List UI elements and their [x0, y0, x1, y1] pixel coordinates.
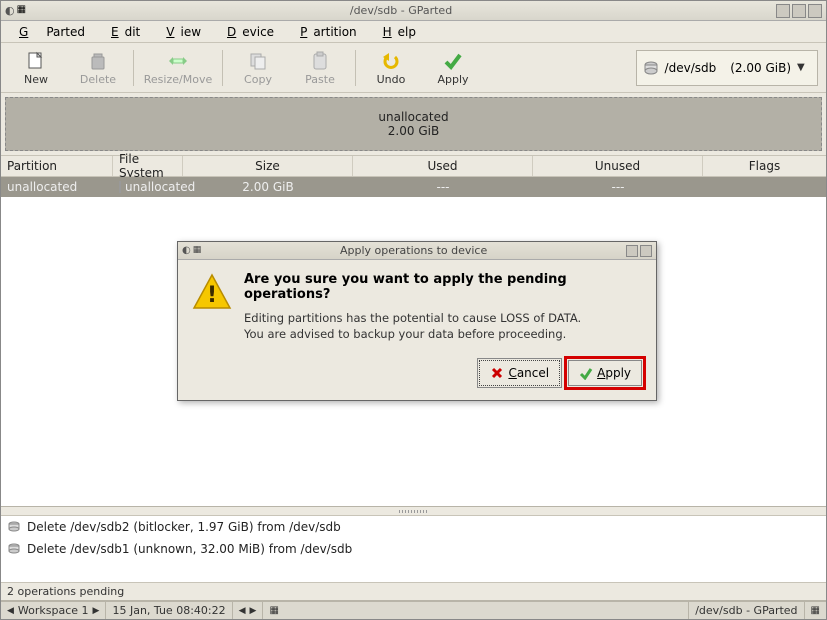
cell-fs: unallocated	[113, 177, 183, 197]
toolbar: New Delete Resize/Move Copy Paste Undo A…	[1, 43, 826, 93]
partition-table-header: Partition File System Size Used Unused F…	[1, 155, 826, 177]
document-new-icon	[25, 50, 47, 72]
list-item[interactable]: Delete /dev/sdb1 (unknown, 32.00 MiB) fr…	[1, 538, 826, 560]
apply-dialog: ◐ ▦ Apply operations to device ! Are you…	[177, 241, 657, 401]
paste-button: Paste	[289, 46, 351, 90]
partition-graphic-size: 2.00 GiB	[388, 124, 439, 138]
menu-partition[interactable]: Partition	[288, 23, 363, 41]
col-header-filesystem[interactable]: File System	[113, 156, 183, 176]
main-area: ◐ ▦ Apply operations to device ! Are you…	[1, 197, 826, 507]
col-header-used[interactable]: Used	[353, 156, 533, 176]
chevron-left-icon: ◀	[239, 606, 246, 616]
cell-used: ---	[353, 177, 533, 197]
dialog-sysmenu-icon[interactable]: ◐	[182, 245, 191, 256]
delete-drive-icon	[7, 543, 21, 555]
new-button[interactable]: New	[5, 46, 67, 90]
table-row[interactable]: unallocated unallocated 2.00 GiB --- ---	[1, 177, 826, 197]
dialog-cancel-button[interactable]: Cancel	[479, 360, 560, 386]
window-title: /dev/sdb - GParted	[26, 4, 776, 17]
partition-graphic-label: unallocated	[378, 110, 448, 124]
warning-icon: !	[192, 272, 232, 312]
dialog-titlebar: ◐ ▦ Apply operations to device	[178, 242, 656, 260]
dialog-app-icon: ▦	[193, 245, 202, 256]
window-close-button[interactable]	[808, 4, 822, 18]
check-icon	[579, 366, 593, 380]
apply-button[interactable]: Apply	[422, 46, 484, 90]
col-header-size[interactable]: Size	[183, 156, 353, 176]
cell-unused: ---	[533, 177, 703, 197]
dialog-title: Apply operations to device	[201, 244, 626, 257]
app-icon: ▦	[269, 605, 278, 616]
undo-icon	[380, 50, 402, 72]
tray-icon: ▦	[811, 605, 820, 616]
undo-button[interactable]: Undo	[360, 46, 422, 90]
partition-graphic[interactable]: unallocated 2.00 GiB	[5, 97, 822, 151]
dialog-message-line2: You are advised to backup your data befo…	[244, 326, 642, 342]
menu-edit[interactable]: Edit	[99, 23, 146, 41]
chevron-right-icon: ▶	[250, 606, 257, 616]
resize-icon	[167, 50, 189, 72]
dialog-apply-button[interactable]: Apply	[568, 360, 642, 386]
delete-drive-icon	[7, 521, 21, 533]
copy-icon	[247, 50, 269, 72]
menubar: GParted Edit View Device Partition Help	[1, 21, 826, 43]
col-header-flags[interactable]: Flags	[703, 156, 826, 176]
cell-size: 2.00 GiB	[183, 177, 353, 197]
menu-view[interactable]: View	[154, 23, 207, 41]
taskbar-clock: 15 Jan, Tue 08:40:22	[106, 602, 232, 619]
window-maximize-button[interactable]	[792, 4, 806, 18]
taskbar-tray[interactable]: ▦	[805, 602, 826, 619]
col-header-partition[interactable]: Partition	[1, 156, 113, 176]
main-window: ◐ ▦ /dev/sdb - GParted GParted Edit View…	[0, 0, 827, 620]
delete-button: Delete	[67, 46, 129, 90]
window-app-icon: ▦	[17, 4, 26, 17]
pending-operations-list: Delete /dev/sdb2 (bitlocker, 1.97 GiB) f…	[1, 515, 826, 583]
menu-help[interactable]: Help	[371, 23, 422, 41]
cancel-icon	[490, 366, 504, 380]
pending-op-text: Delete /dev/sdb2 (bitlocker, 1.97 GiB) f…	[27, 520, 341, 534]
window-minimize-button[interactable]	[776, 4, 790, 18]
dialog-minimize-button[interactable]	[626, 245, 638, 257]
paste-icon	[309, 50, 331, 72]
menu-gparted[interactable]: GParted	[7, 23, 91, 41]
window-sysmenu-icon[interactable]: ◐	[5, 4, 15, 17]
col-header-unused[interactable]: Unused	[533, 156, 703, 176]
cell-flags	[703, 177, 826, 197]
statusbar: 2 operations pending	[1, 583, 826, 601]
drive-selector-device: /dev/sdb	[665, 61, 717, 75]
disk-icon	[643, 60, 659, 76]
check-icon	[442, 50, 464, 72]
taskbar: ◀ Workspace 1 ▶ 15 Jan, Tue 08:40:22 ◀ ▶…	[1, 601, 826, 619]
menu-device[interactable]: Device	[215, 23, 280, 41]
dialog-close-button[interactable]	[640, 245, 652, 257]
dialog-message-line1: Editing partitions has the potential to …	[244, 310, 642, 326]
pending-op-text: Delete /dev/sdb1 (unknown, 32.00 MiB) fr…	[27, 542, 352, 556]
titlebar: ◐ ▦ /dev/sdb - GParted	[1, 1, 826, 21]
chevron-left-icon: ◀	[7, 606, 14, 616]
trash-icon	[87, 50, 109, 72]
chevron-down-icon: ▼	[797, 62, 811, 73]
pane-splitter[interactable]	[1, 507, 826, 515]
fs-swatch-icon	[119, 181, 121, 193]
drive-selector[interactable]: /dev/sdb (2.00 GiB) ▼	[636, 50, 818, 86]
cell-partition: unallocated	[1, 177, 113, 197]
list-item[interactable]: Delete /dev/sdb2 (bitlocker, 1.97 GiB) f…	[1, 516, 826, 538]
chevron-right-icon: ▶	[93, 606, 100, 616]
resize-move-button: Resize/Move	[138, 46, 218, 90]
taskbar-active-window[interactable]: /dev/sdb - GParted	[688, 602, 804, 619]
dialog-heading: Are you sure you want to apply the pendi…	[244, 272, 642, 302]
copy-button: Copy	[227, 46, 289, 90]
svg-text:!: !	[207, 283, 217, 308]
workspace-switcher[interactable]: ◀ Workspace 1 ▶	[1, 602, 106, 619]
status-text: 2 operations pending	[7, 585, 124, 598]
drive-selector-size: (2.00 GiB)	[730, 61, 791, 75]
taskbar-nav[interactable]: ◀ ▶	[233, 602, 264, 619]
taskbar-app-button[interactable]: ▦	[263, 602, 284, 619]
